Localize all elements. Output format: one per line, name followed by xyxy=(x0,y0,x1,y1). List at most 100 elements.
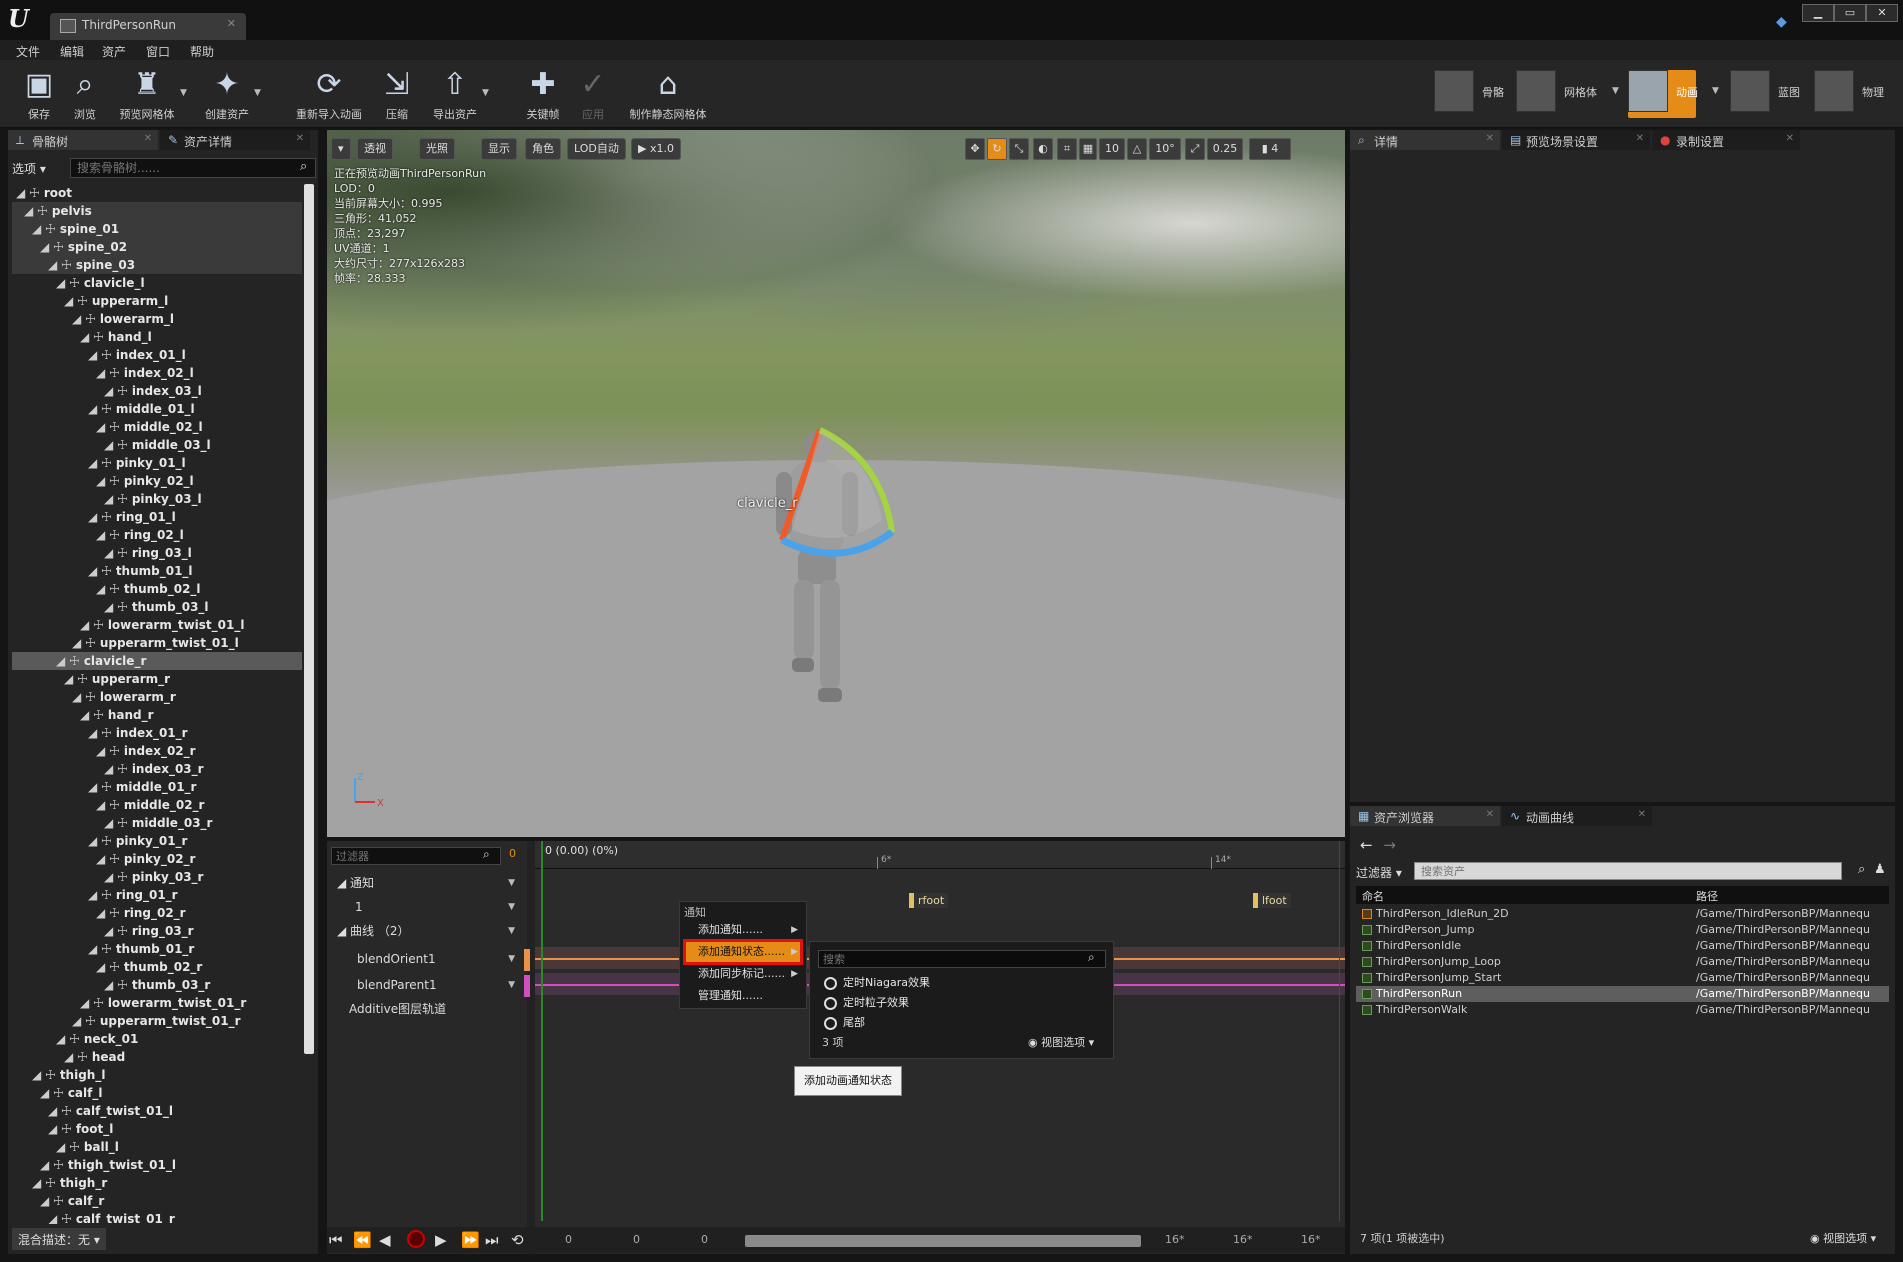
show-button[interactable]: 显示 xyxy=(481,138,517,160)
additive-layer-track[interactable]: Additive图层轨道 xyxy=(327,997,527,1021)
bone-row[interactable]: ◢ ☩ index_01_l xyxy=(12,346,302,364)
options-dropdown[interactable]: 选项 ▾ xyxy=(12,160,46,177)
menu-window[interactable]: 窗口 xyxy=(146,43,170,60)
notify-track-row[interactable]: 1 ▼ xyxy=(327,895,527,919)
bone-row[interactable]: ◢ ☩ spine_03 xyxy=(12,256,302,274)
bone-row[interactable]: ◢ ☩ index_01_r xyxy=(12,724,302,742)
bone-row[interactable]: ◢ ☩ thumb_01_l xyxy=(12,562,302,580)
bone-row[interactable]: ◢ ☩ neck_01 xyxy=(12,1030,302,1048)
bone-row[interactable]: ◢ ☩ calf_twist_01_l xyxy=(12,1102,302,1120)
chevron-down-icon[interactable]: ▼ xyxy=(482,88,489,98)
bone-row[interactable]: ◢ ☩ middle_02_r xyxy=(12,796,302,814)
bone-row[interactable]: ◢ ☩ calf_l xyxy=(12,1084,302,1102)
bone-row[interactable]: ◢ ☩ upperarm_r xyxy=(12,670,302,688)
close-icon[interactable]: ✕ xyxy=(144,133,152,144)
coordinate-space-icon[interactable]: ◐ xyxy=(1033,138,1053,160)
close-icon[interactable]: ✕ xyxy=(1786,133,1794,144)
bone-row[interactable]: ◢ ☩ index_02_l xyxy=(12,364,302,382)
scale-snap-icon[interactable]: ⤢ xyxy=(1185,138,1205,160)
bone-row[interactable]: ◢ ☩ calf_r xyxy=(12,1192,302,1210)
mode-blueprint[interactable]: 蓝图 xyxy=(1730,70,1802,118)
bone-row[interactable]: ◢ ☩ thumb_02_l xyxy=(12,580,302,598)
asset-search-input[interactable] xyxy=(1414,862,1842,880)
bone-row[interactable]: ◢ ☩ middle_01_r xyxy=(12,778,302,796)
play-reverse-icon[interactable]: ◀ xyxy=(379,1231,391,1249)
bone-row[interactable]: ◢ ☩ foot_l xyxy=(12,1120,302,1138)
tab-asset-browser[interactable]: ▦ 资产浏览器 ✕ xyxy=(1350,806,1500,826)
add-notify-item[interactable]: 添加通知...... ▶ xyxy=(686,920,800,940)
lod-button[interactable]: LOD自动 xyxy=(567,138,626,160)
bone-row[interactable]: ◢ ☩ upperarm_twist_01_l xyxy=(12,634,302,652)
step-back-icon[interactable]: ⏪ xyxy=(353,1231,372,1249)
manage-notifies-item[interactable]: 管理通知...... xyxy=(686,986,800,1006)
asset-row[interactable]: ThirdPersonJump_Loop/Game/ThirdPersonBP/… xyxy=(1356,954,1889,970)
chevron-down-icon[interactable]: ▼ xyxy=(1712,86,1719,96)
notify-marker-rfoot[interactable]: rfoot xyxy=(909,893,949,908)
submenu-search-input[interactable] xyxy=(818,950,1106,968)
add-sync-marker-item[interactable]: 添加同步标记...... ▶ xyxy=(686,964,800,984)
scale-icon[interactable]: ⤡ xyxy=(1009,138,1029,160)
tab-skeleton-tree[interactable]: ⟂ 骨骼树 ✕ xyxy=(8,130,158,150)
close-icon[interactable]: ✕ xyxy=(1486,809,1494,820)
bone-row[interactable]: ◢ ☩ lowerarm_twist_01_r xyxy=(12,994,302,1012)
curve-track-blendorient[interactable]: blendOrient1 ▼ xyxy=(327,947,527,971)
bone-row[interactable]: ◢ ☩ pinky_02_l xyxy=(12,472,302,490)
viewport-menu-button[interactable]: ▾ xyxy=(331,138,351,160)
close-icon[interactable]: ✕ xyxy=(1638,809,1646,820)
bone-row[interactable]: ◢ ☩ lowerarm_r xyxy=(12,688,302,706)
filters-dropdown[interactable]: 过滤器 ▾ xyxy=(1356,864,1402,881)
mode-animation[interactable]: 动画 xyxy=(1628,70,1698,118)
character-button[interactable]: 角色 xyxy=(525,138,561,160)
bone-row[interactable]: ◢ ☩ upperarm_l xyxy=(12,292,302,310)
forward-arrow-icon[interactable]: → xyxy=(1383,836,1396,854)
bone-row[interactable]: ◢ ☩ ring_03_r xyxy=(12,922,302,940)
chevron-down-icon[interactable]: ▼ xyxy=(254,88,261,98)
asset-row[interactable]: ThirdPersonJump_Start/Game/ThirdPersonBP… xyxy=(1356,970,1889,986)
asset-row[interactable]: ThirdPerson_IdleRun_2D/Game/ThirdPersonB… xyxy=(1356,906,1889,922)
play-icon[interactable]: ▶ xyxy=(435,1231,447,1249)
notify-marker-lfoot[interactable]: lfoot xyxy=(1253,893,1291,908)
close-icon[interactable]: ✕ xyxy=(227,17,236,30)
preview-mesh-button[interactable]: ♜ 预览网格体 xyxy=(108,64,186,124)
submenu-item-trail[interactable]: 尾部 xyxy=(824,1014,865,1030)
tab-record-settings[interactable]: ● 录制设置 ✕ xyxy=(1652,130,1800,150)
submenu-item-niagara[interactable]: 定时Niagara效果 xyxy=(824,974,930,990)
chevron-down-icon[interactable]: ▼ xyxy=(508,919,515,943)
bone-row[interactable]: ◢ ☩ pelvis xyxy=(12,202,302,220)
make-static-mesh-button[interactable]: ⌂ 制作静态网格体 xyxy=(626,64,710,124)
bone-row[interactable]: ◢ ☩ hand_l xyxy=(12,328,302,346)
chevron-down-icon[interactable]: ▼ xyxy=(1612,86,1619,96)
curve-track-blendparent[interactable]: blendParent1 ▼ xyxy=(327,973,527,997)
bone-row[interactable]: ◢ ☩ pinky_01_l xyxy=(12,454,302,472)
tab-preview-scene-settings[interactable]: ▤ 预览场景设置 ✕ xyxy=(1502,130,1650,150)
rotate-snap-value[interactable]: 10° xyxy=(1149,138,1181,160)
mode-mesh[interactable]: 网格体 xyxy=(1516,70,1598,118)
chevron-down-icon[interactable]: ▼ xyxy=(180,88,187,98)
camera-speed-button[interactable]: ▮ 4 xyxy=(1249,138,1291,160)
notify-track-header[interactable]: ◢ 通知 ▼ xyxy=(327,871,527,895)
bone-row[interactable]: ◢ ☩ thumb_03_l xyxy=(12,598,302,616)
bone-row[interactable]: ◢ ☩ index_03_l xyxy=(12,382,302,400)
asset-row[interactable]: ThirdPersonIdle/Game/ThirdPersonBP/Manne… xyxy=(1356,938,1889,954)
bone-row[interactable]: ◢ ☩ upperarm_twist_01_r xyxy=(12,1012,302,1030)
menu-file[interactable]: 文件 xyxy=(16,43,40,60)
preview-viewport[interactable]: ▾ 透视 光照 显示 角色 LOD自动 ▶ x1.0 ✥ ↻ ⤡ ◐ ⌗ ▦ 1… xyxy=(327,130,1345,837)
loop-icon[interactable]: ⟲ xyxy=(511,1231,524,1249)
bone-row[interactable]: ◢ ☩ thumb_01_r xyxy=(12,940,302,958)
lighting-button[interactable]: 光照 xyxy=(419,138,455,160)
menu-asset[interactable]: 资产 xyxy=(102,43,126,60)
surface-snap-icon[interactable]: ⌗ xyxy=(1057,138,1077,160)
bone-row[interactable]: ◢ ☩ ring_02_r xyxy=(12,904,302,922)
bone-row[interactable]: ◢ ☩ clavicle_r xyxy=(12,652,302,670)
column-name[interactable]: 命名 xyxy=(1362,888,1384,904)
track-filter-input[interactable] xyxy=(331,847,501,865)
menu-edit[interactable]: 编辑 xyxy=(60,43,84,60)
close-icon[interactable]: ✕ xyxy=(296,133,304,144)
rotate-icon[interactable]: ↻ xyxy=(987,138,1007,160)
bone-row[interactable]: ◢ ☩ ring_01_r xyxy=(12,886,302,904)
bone-row[interactable]: ◢ ☩ root xyxy=(12,184,302,202)
rotate-snap-icon[interactable]: △ xyxy=(1127,138,1147,160)
blend-profile-dropdown[interactable]: 混合描述：无 ▾ xyxy=(12,1228,106,1250)
bone-row[interactable]: ◢ ☩ calf_twist_01_r xyxy=(12,1210,302,1224)
mode-skeleton[interactable]: 骨骼 xyxy=(1434,70,1506,118)
